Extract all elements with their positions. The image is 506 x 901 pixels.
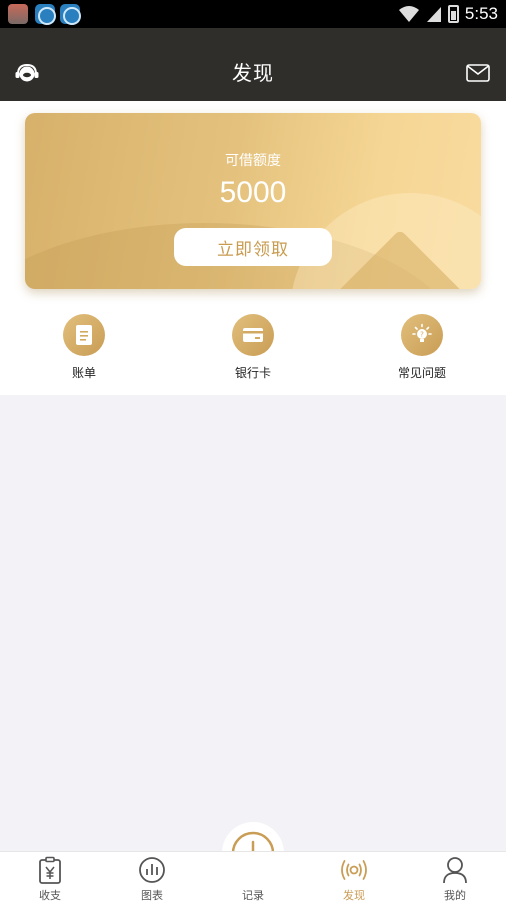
nav-item-income[interactable]: 收支 bbox=[10, 856, 90, 901]
quick-item-bill[interactable]: 账单 bbox=[34, 314, 134, 381]
quick-item-label: 常见问题 bbox=[397, 366, 446, 380]
credit-limit-label: 可借额度 bbox=[225, 153, 281, 169]
battery-icon bbox=[447, 5, 459, 23]
status-bar: 5:53 bbox=[0, 0, 506, 28]
page-title: 发现 bbox=[232, 61, 274, 85]
bottom-nav: 收支 图表 记录 发现 我的 bbox=[0, 851, 506, 901]
quick-menu: 账单 银行卡 ? 常见问题 bbox=[0, 314, 506, 384]
app-notification-icon bbox=[60, 4, 81, 25]
nav-label: 发现 bbox=[343, 889, 365, 901]
app-notification-icon bbox=[8, 4, 28, 24]
svg-text:?: ? bbox=[420, 331, 424, 339]
discover-top-section: 可借额度 5000 立即领取 账单 银行卡 ? 常见问题 bbox=[0, 101, 506, 395]
credit-limit-amount: 5000 bbox=[219, 176, 287, 209]
chart-icon bbox=[139, 857, 165, 883]
nav-item-discover[interactable]: 发现 bbox=[314, 856, 394, 901]
mail-icon[interactable] bbox=[466, 64, 490, 82]
broadcast-icon bbox=[341, 860, 367, 880]
status-time: 5:53 bbox=[464, 4, 498, 23]
quick-item-bank-card[interactable]: 银行卡 bbox=[203, 314, 303, 381]
quick-item-label: 银行卡 bbox=[234, 366, 271, 380]
bank-card-icon bbox=[232, 314, 274, 356]
quick-item-label: 账单 bbox=[71, 366, 96, 380]
nav-item-mine[interactable]: 我的 bbox=[415, 856, 495, 901]
quick-item-faq[interactable]: ? 常见问题 bbox=[372, 314, 472, 381]
clipboard-yen-icon bbox=[39, 856, 61, 884]
signal-icon bbox=[426, 7, 441, 22]
wifi-icon bbox=[398, 6, 419, 22]
nav-label: 图表 bbox=[141, 889, 163, 901]
nav-item-record[interactable]: 记录 bbox=[213, 856, 293, 901]
lightbulb-icon: ? bbox=[401, 314, 443, 356]
nav-label: 我的 bbox=[444, 889, 466, 901]
credit-limit-card: 可借额度 5000 立即领取 bbox=[25, 113, 481, 289]
app-header: 发现 bbox=[0, 28, 506, 101]
bill-icon bbox=[63, 314, 105, 356]
claim-now-button[interactable]: 立即领取 bbox=[174, 228, 332, 266]
nav-label: 收支 bbox=[39, 889, 61, 901]
user-icon bbox=[443, 857, 467, 884]
nav-item-charts[interactable]: 图表 bbox=[112, 856, 192, 901]
nav-label: 记录 bbox=[242, 889, 264, 901]
app-notification-icon bbox=[35, 4, 56, 25]
